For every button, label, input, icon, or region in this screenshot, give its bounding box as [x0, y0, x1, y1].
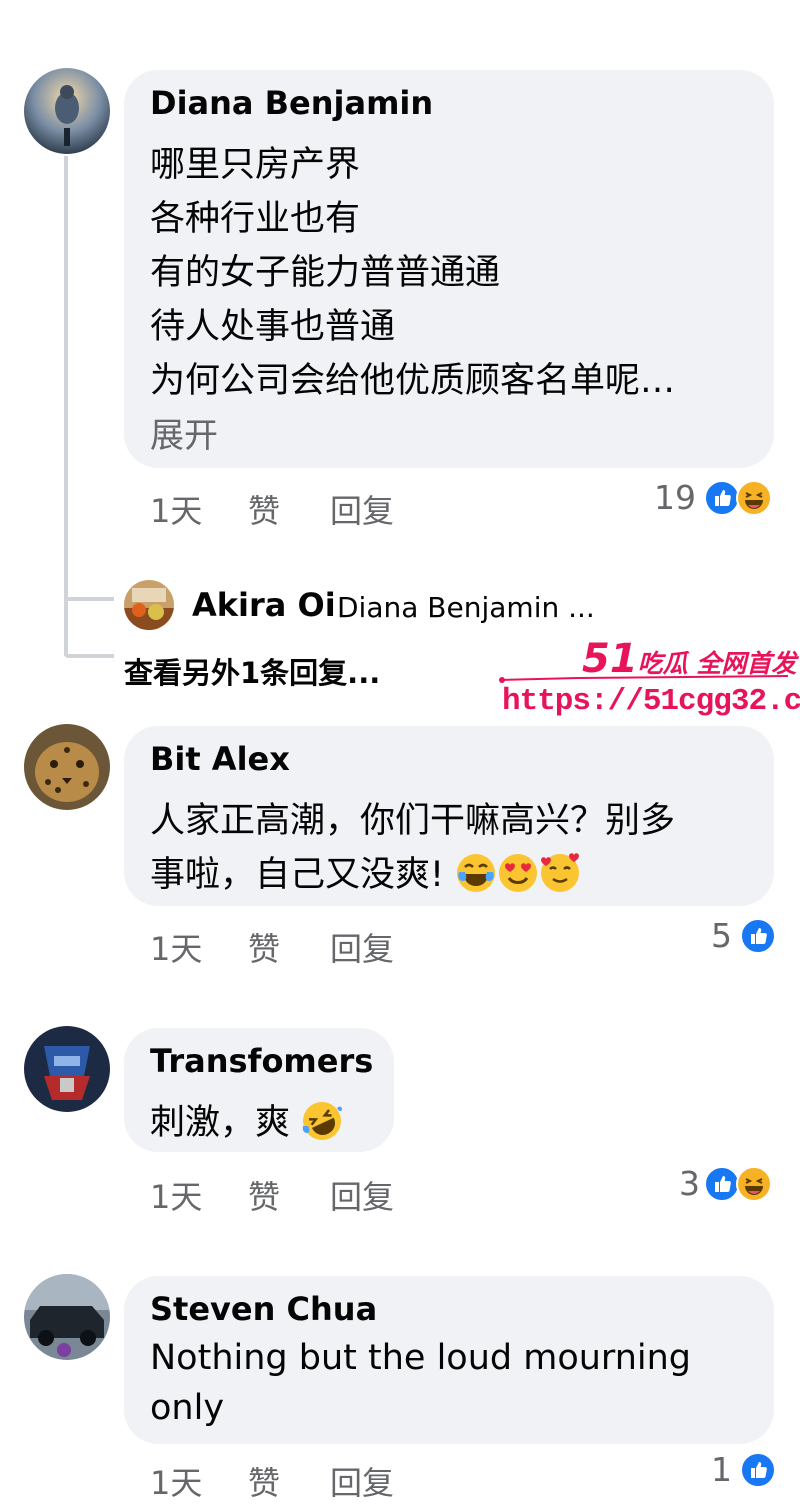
like-button[interactable]: 赞	[248, 486, 280, 532]
reaction-icons[interactable]	[704, 480, 776, 518]
like-button[interactable]: 赞	[248, 1172, 280, 1218]
like-icon	[704, 1166, 740, 1202]
comment-bubble[interactable]: Steven Chua Nothing but the loud mournin…	[124, 1276, 774, 1444]
comment-text: 事啦，自己又没爽!	[150, 855, 445, 895]
reply-snippet[interactable]: Diana Benjamin ...	[337, 591, 595, 624]
laugh-icon	[736, 1166, 772, 1202]
avatar-transfomers[interactable]	[24, 1026, 110, 1112]
avatar-akira-oi[interactable]	[124, 580, 174, 630]
thread-line-branch	[64, 654, 114, 658]
comment-actions: 1天 赞 回复	[150, 924, 450, 968]
avatar-steven-chua[interactable]	[24, 1274, 110, 1360]
comment-text-line: 事啦，自己又没爽!	[150, 846, 581, 897]
comment-bubble[interactable]: Transfomers 刺激，爽	[124, 1028, 394, 1152]
comment-author[interactable]: Steven Chua	[150, 1290, 377, 1328]
reply-button[interactable]: 回复	[330, 924, 394, 970]
comment-time: 1天	[150, 1178, 203, 1216]
comment-text-line: 有的女子能力普普通通	[150, 253, 501, 293]
comment-actions: 1天 赞 回复	[150, 1172, 450, 1216]
smiling-hearts-emoji	[541, 853, 580, 892]
comment-text-line: 人家正高潮，你们干嘛高兴？别多	[150, 801, 676, 841]
rolling-laugh-emoji	[302, 1102, 343, 1140]
comment-time: 1天	[150, 492, 203, 530]
like-icon	[740, 918, 776, 954]
reaction-count[interactable]: 1	[676, 1450, 732, 1489]
watermark-stroke	[499, 675, 789, 683]
cut-off-previous-text	[150, 0, 410, 4]
reaction-icons[interactable]	[740, 918, 776, 956]
reaction-count[interactable]: 19	[640, 478, 696, 517]
like-icon	[740, 1452, 776, 1488]
comment-text-line: 为何公司会给他优质顾客名单呢…	[150, 361, 676, 401]
reaction-count[interactable]: 5	[676, 916, 732, 955]
comment-time: 1天	[150, 1464, 203, 1502]
reaction-icons[interactable]	[740, 1452, 776, 1490]
like-icon	[704, 480, 740, 516]
comment-text-line: 哪里只房产界	[150, 145, 361, 185]
comment-text-line: 刺激，爽	[150, 1094, 343, 1145]
comment-text-line: only	[150, 1388, 225, 1428]
reaction-icons[interactable]	[704, 1166, 776, 1204]
comment-author[interactable]: Bit Alex	[150, 740, 290, 778]
thread-line	[64, 156, 68, 656]
tears-of-joy-emoji	[457, 854, 496, 892]
comment-bubble[interactable]: Bit Alex 人家正高潮，你们干嘛高兴？别多 事啦，自己又没爽!	[124, 726, 774, 906]
reaction-count[interactable]: 3	[644, 1164, 700, 1203]
view-more-replies[interactable]: 查看另外1条回复...	[124, 650, 380, 692]
comment-text-line: 各种行业也有	[150, 199, 361, 239]
comment-actions: 1天 赞 回复	[150, 486, 450, 530]
reply-author[interactable]: Akira Oi	[192, 586, 336, 624]
like-button[interactable]: 赞	[248, 924, 280, 970]
comment-author[interactable]: Diana Benjamin	[150, 84, 433, 122]
like-button[interactable]: 赞	[248, 1458, 280, 1504]
comment-text-line: Nothing but the loud mourning	[150, 1338, 691, 1378]
laugh-icon	[736, 480, 772, 516]
reply-button[interactable]: 回复	[330, 1458, 394, 1504]
reply-button[interactable]: 回复	[330, 1172, 394, 1218]
expand-link[interactable]: 展开	[150, 408, 218, 457]
reply-button[interactable]: 回复	[330, 486, 394, 532]
comment-bubble[interactable]: Diana Benjamin 哪里只房产界 各种行业也有 有的女子能力普普通通 …	[124, 70, 774, 468]
comment-actions: 1天 赞 回复	[150, 1458, 450, 1502]
comment-text: 刺激，爽	[150, 1103, 291, 1143]
avatar-bit-alex[interactable]	[24, 724, 110, 810]
avatar-diana-benjamin[interactable]	[24, 68, 110, 154]
thread-line-branch	[64, 597, 114, 601]
comment-time: 1天	[150, 930, 203, 968]
heart-eyes-emoji	[499, 854, 538, 892]
watermark-url: https://51cgg32.com	[502, 684, 800, 719]
comment-text-line: 待人处事也普通	[150, 307, 396, 347]
comment-author[interactable]: Transfomers	[150, 1042, 373, 1080]
